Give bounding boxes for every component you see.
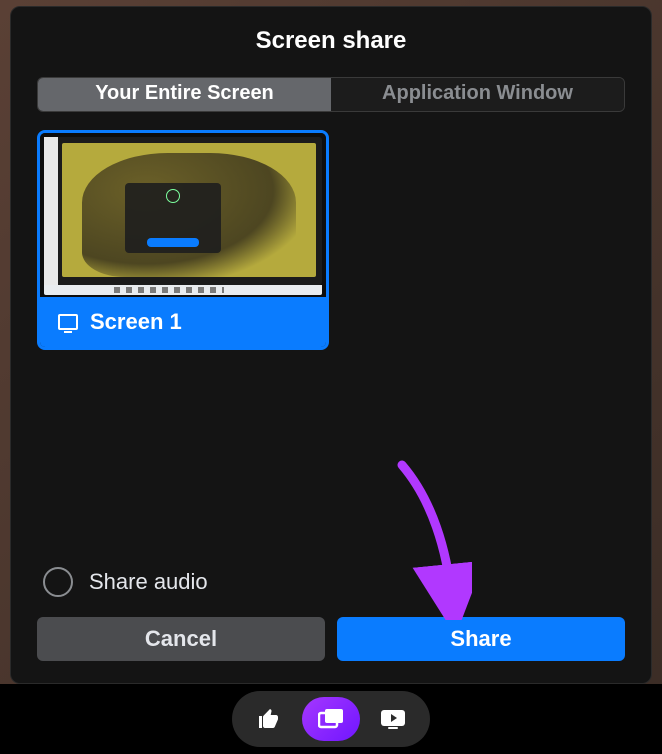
- share-audio-radio[interactable]: [43, 567, 73, 597]
- call-bottom-bar: [0, 684, 662, 754]
- reaction-button[interactable]: [240, 697, 298, 741]
- tab-entire-screen[interactable]: Your Entire Screen: [38, 78, 331, 111]
- tab-application-window[interactable]: Application Window: [331, 78, 624, 111]
- call-actions-pill: [232, 691, 430, 747]
- dialog-button-row: Cancel Share: [37, 617, 625, 661]
- share-audio-label: Share audio: [89, 569, 208, 595]
- screen-option-footer: Screen 1: [40, 297, 326, 347]
- screen-share-toolbar-button[interactable]: [302, 697, 360, 741]
- screen-option-1[interactable]: Screen 1: [37, 130, 329, 350]
- screen-thumbnail: [40, 133, 326, 297]
- thumbs-up-icon: [257, 707, 281, 731]
- watch-together-button[interactable]: [364, 697, 422, 741]
- dialog-title: Screen share: [37, 27, 625, 55]
- watch-together-icon: [380, 709, 406, 729]
- cancel-button[interactable]: Cancel: [37, 617, 325, 661]
- share-button[interactable]: Share: [337, 617, 625, 661]
- screen-share-icon: [318, 708, 344, 730]
- screen-share-dialog: Screen share Your Entire Screen Applicat…: [10, 6, 652, 684]
- screen-option-label: Screen 1: [90, 309, 182, 335]
- monitor-icon: [58, 314, 78, 330]
- share-audio-row: Share audio: [37, 567, 625, 597]
- screen-options-grid: Screen 1: [37, 130, 625, 567]
- share-mode-tabbar: Your Entire Screen Application Window: [37, 77, 625, 112]
